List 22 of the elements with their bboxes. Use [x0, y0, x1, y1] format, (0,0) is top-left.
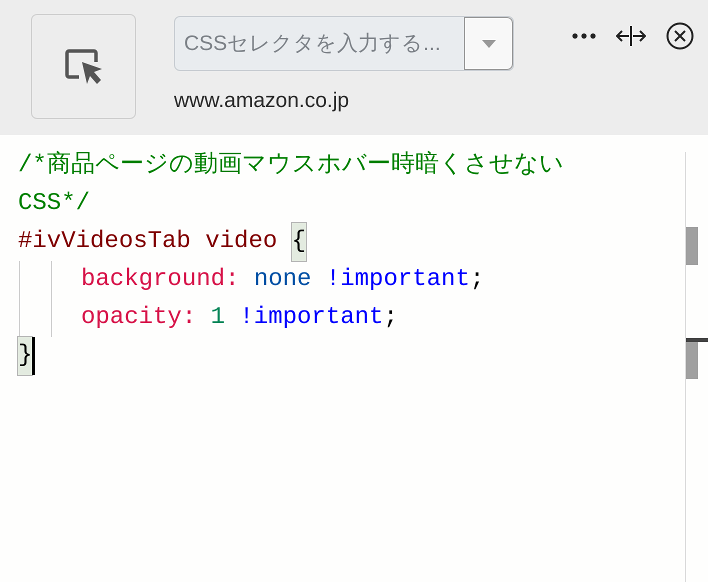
property-name: background:	[81, 265, 240, 295]
caret-icon	[482, 40, 496, 48]
close-icon[interactable]	[666, 22, 694, 50]
property-value: none	[254, 265, 312, 295]
selector-combobox[interactable]: CSSセレクタを入力する...	[174, 16, 514, 71]
property-value: 1	[210, 303, 226, 333]
code-editor[interactable]: /*商品ページの動画マウスホバー時暗くさせない CSS*/ #ivVideosTab video { background: none !important; opacity: 1 !important; }	[0, 135, 685, 582]
resize-icon[interactable]	[616, 25, 646, 47]
more-icon[interactable]	[572, 33, 596, 39]
dropdown-button[interactable]	[464, 17, 513, 70]
brace: {	[292, 223, 306, 261]
semicolon: ;	[383, 303, 398, 333]
important-keyword: !important	[326, 265, 470, 295]
site-url: www.amazon.co.jp	[174, 88, 350, 114]
code-comment: /*商品ページの動画マウスホバー時暗くさせない CSS*/	[18, 150, 565, 219]
property-name: opacity:	[81, 303, 196, 333]
element-picker-button[interactable]	[31, 14, 136, 119]
css-selector: #ivVideosTab video	[18, 227, 278, 257]
important-keyword: !important	[239, 303, 384, 333]
selector-input[interactable]: CSSセレクタを入力する...	[175, 17, 464, 70]
brace: }	[18, 337, 32, 375]
semicolon: ;	[470, 265, 484, 295]
